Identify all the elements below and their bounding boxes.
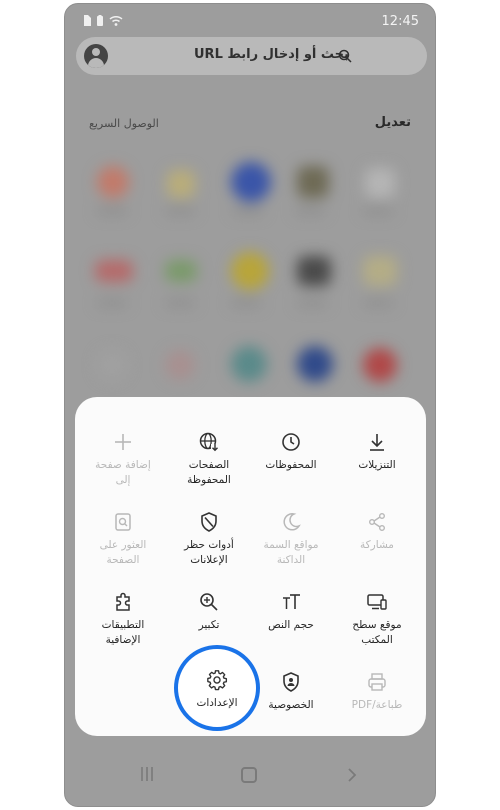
clock-icon [282, 433, 300, 451]
menu-settings[interactable]: الإعدادات [177, 669, 257, 711]
quick-access-tile [231, 162, 271, 202]
menu-label: إضافة صفحة إلى [95, 459, 151, 486]
plus-icon [115, 434, 131, 450]
quick-access-tile [95, 260, 133, 282]
menu-ad-blockers[interactable]: أدوات حظر الإعلانات [169, 511, 249, 568]
battery-icon [97, 15, 103, 26]
gear-icon [207, 670, 228, 691]
moon-icon [283, 513, 301, 531]
menu-label: العثور على الصفحة [99, 539, 147, 566]
menu-label: طباعة/PDF [351, 699, 403, 711]
menu-print-pdf[interactable]: طباعة/PDF [337, 671, 417, 713]
quick-access-tile [297, 346, 333, 382]
quick-access-tile [165, 260, 197, 282]
menu-desktop-site[interactable]: موقع سطح المكتب [337, 591, 417, 648]
quick-access-tile [165, 350, 195, 380]
quick-access-tile [231, 346, 267, 382]
globe-download-icon [199, 432, 219, 452]
menu-find-in-page[interactable]: العثور على الصفحة [83, 511, 163, 568]
menu-label: الإعدادات [196, 697, 238, 709]
privacy-shield-icon [283, 672, 299, 692]
more-menu-sheet: التنزيلات المحفوظات الصفحات المحفوظة إضا… [75, 397, 426, 736]
desktop-icon [367, 594, 387, 610]
menu-zoom[interactable]: تكبير [169, 591, 249, 633]
quick-access-tile [297, 166, 329, 198]
print-icon [368, 673, 386, 691]
edit-link[interactable]: تعديل [375, 115, 411, 130]
menu-label: مواقع السمة الداكنة [263, 539, 319, 566]
puzzle-icon [116, 592, 130, 611]
back-icon[interactable] [346, 767, 358, 783]
quick-access-tile [167, 170, 195, 198]
quick-access-title: الوصول السريع [89, 117, 159, 130]
menu-add-ons[interactable]: التطبيقات الإضافية [83, 591, 163, 648]
menu-add-page[interactable]: إضافة صفحة إلى [83, 431, 163, 488]
search-placeholder: بحث أو إدخال رابط URL [194, 47, 349, 62]
wifi-icon [109, 15, 123, 26]
quick-access-tile [363, 348, 397, 382]
quick-access-grid [65, 154, 435, 414]
menu-downloads[interactable]: التنزيلات [337, 431, 417, 473]
status-icons [83, 15, 123, 26]
menu-privacy[interactable]: الخصوصية [251, 671, 331, 713]
text-size-icon [283, 594, 300, 609]
share-icon [369, 513, 385, 531]
quick-access-tile [97, 166, 129, 198]
menu-text-size[interactable]: حجم النص [251, 591, 331, 633]
menu-label: أدوات حظر الإعلانات [184, 539, 234, 566]
search-bar[interactable]: بحث أو إدخال رابط URL [76, 37, 427, 75]
status-bar: 12:45 [65, 4, 435, 36]
quick-access-tile [97, 350, 127, 380]
menu-label: حجم النص [268, 619, 314, 631]
menu-label: موقع سطح المكتب [352, 619, 402, 646]
quick-access-tile [365, 168, 395, 198]
navigation-bar [65, 750, 435, 806]
menu-dark-sites[interactable]: مواقع السمة الداكنة [251, 511, 331, 568]
quick-access-tile [231, 252, 269, 290]
menu-share[interactable]: مشاركة [337, 511, 417, 553]
recent-apps-icon[interactable] [139, 766, 155, 782]
find-in-page-icon [115, 513, 131, 531]
avatar-icon[interactable] [84, 44, 108, 68]
menu-label: التنزيلات [358, 459, 396, 471]
quick-access-tile [297, 256, 331, 286]
home-icon[interactable] [241, 767, 257, 783]
menu-saved-pages[interactable]: الصفحات المحفوظة [169, 431, 249, 488]
search-icon [338, 49, 352, 63]
menu-label: الصفحات المحفوظة [187, 459, 231, 486]
quick-access-tile [363, 256, 397, 286]
menu-label: مشاركة [360, 539, 394, 551]
menu-label: الخصوصية [268, 699, 314, 711]
download-icon [370, 434, 384, 451]
phone-frame: 12:45 بحث أو إدخال رابط URL تعديل الوصول… [64, 3, 436, 807]
status-time: 12:45 [381, 14, 419, 29]
zoom-in-icon [200, 593, 218, 611]
sim-icon [84, 15, 91, 26]
menu-label: تكبير [198, 619, 220, 631]
shield-slash-icon [201, 512, 217, 532]
menu-label: التطبيقات الإضافية [101, 619, 145, 646]
menu-label: المحفوظات [265, 459, 317, 471]
menu-history[interactable]: المحفوظات [251, 431, 331, 473]
